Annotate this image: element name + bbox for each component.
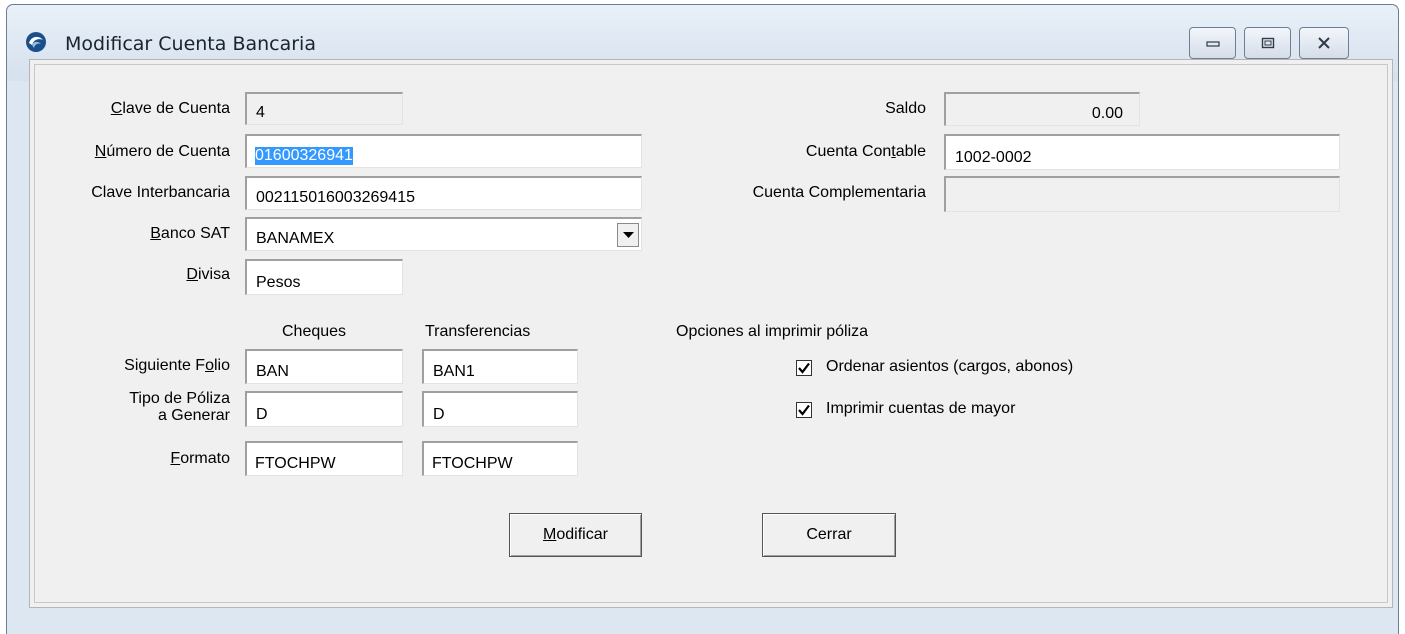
transferencias-column-header: Transferencias [425, 323, 531, 340]
checkmark-icon [798, 362, 810, 374]
ordenar-asientos-checkbox[interactable] [796, 360, 812, 376]
checkmark-icon [798, 404, 810, 416]
formato-transferencias-input[interactable]: FTOCHPW [422, 441, 578, 476]
numero-cuenta-input[interactable]: 01600326941 [245, 134, 642, 168]
minimize-icon [1205, 41, 1220, 47]
cuenta-complementaria-field [944, 176, 1340, 212]
window-title: Modificar Cuenta Bancaria [65, 33, 316, 55]
saldo-field: 0.00 [944, 92, 1140, 126]
tipo-poliza-transferencias-input[interactable]: D [422, 391, 578, 427]
numero-cuenta-label: Número de Cuenta [94, 143, 230, 160]
maximize-button[interactable] [1244, 27, 1291, 59]
cuenta-contable-label: Cuenta Contable [805, 143, 926, 160]
modificar-button[interactable]: Modificar [509, 513, 642, 557]
clave-interbancaria-label: Clave Interbancaria [91, 184, 230, 201]
siguiente-folio-cheques-input[interactable]: BAN [245, 349, 403, 384]
tipo-poliza-cheques-input[interactable]: D [245, 391, 403, 427]
imprimir-cuentas-label[interactable]: Imprimir cuentas de mayor [826, 400, 1015, 418]
cuenta-complementaria-label: Cuenta Complementaria [752, 184, 926, 201]
dialog-window: Modificar Cuenta Bancaria [6, 4, 1399, 634]
clave-cuenta-label: Clave de Cuenta [110, 100, 230, 117]
ordenar-asientos-label[interactable]: Ordenar asientos (cargos, abonos) [826, 358, 1073, 376]
tipo-poliza-label: Tipo de Póliza a Generar [129, 390, 230, 424]
opciones-title: Opciones al imprimir póliza [676, 323, 869, 340]
cheques-column-header: Cheques [282, 323, 347, 340]
siguiente-folio-transferencias-input[interactable]: BAN1 [422, 349, 578, 384]
close-icon [1318, 37, 1330, 49]
clave-cuenta-field: 4 [245, 92, 403, 125]
clave-interbancaria-input[interactable]: 002115016003269415 [245, 176, 642, 210]
dropdown-button[interactable] [617, 223, 639, 247]
cerrar-button[interactable]: Cerrar [762, 513, 896, 557]
formato-label: Formato [170, 450, 230, 467]
close-button[interactable] [1299, 27, 1349, 59]
banco-sat-select[interactable]: BANAMEX [245, 217, 642, 251]
saldo-label: Saldo [885, 100, 926, 117]
chevron-down-icon [622, 232, 634, 238]
minimize-button[interactable] [1189, 27, 1236, 59]
imprimir-cuentas-checkbox[interactable] [796, 402, 812, 418]
divisa-label: Divisa [186, 266, 230, 283]
app-logo-icon [26, 32, 46, 52]
siguiente-folio-label: Siguiente Folio [124, 357, 230, 374]
cuenta-contable-input[interactable]: 1002-0002 [944, 134, 1340, 170]
banco-sat-label: Banco SAT [150, 225, 230, 242]
maximize-icon [1261, 37, 1274, 49]
divisa-input[interactable]: Pesos [245, 259, 403, 295]
formato-cheques-input[interactable]: FTOCHPW [245, 441, 403, 476]
